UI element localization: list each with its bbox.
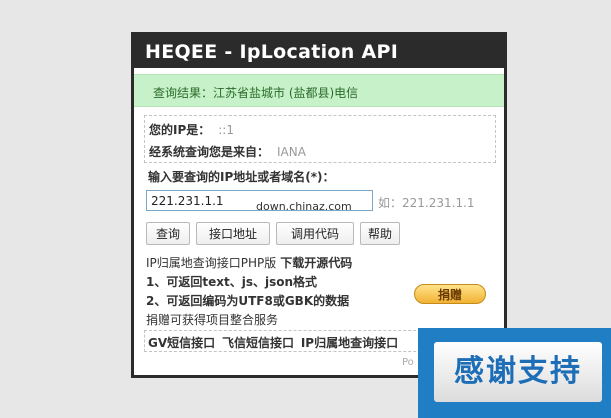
your-ip-row: 您的IP是：::1	[149, 121, 234, 138]
your-ip-label: 您的IP是：	[149, 123, 211, 137]
donate-button[interactable]: 捐赠	[414, 284, 486, 304]
result-bar: 查询结果：江苏省盐城市 (盐都县)电信	[134, 74, 504, 107]
call-code-button[interactable]: 调用代码	[276, 222, 354, 245]
powered-by-text: Po	[402, 357, 414, 368]
app-title: HEQEE - IpLocation API	[145, 41, 399, 63]
api-panel: HEQEE - IpLocation API 查询结果：江苏省盐城市 (盐都县)…	[131, 32, 507, 378]
source-label: 经系统查询您是来自：	[149, 145, 270, 159]
description-line2: 1、可返回text、js、json格式	[146, 275, 318, 289]
thanks-overlay: 感谢支持	[418, 328, 611, 418]
watermark-text: down.chinaz.com	[256, 200, 352, 213]
thanks-text: 感谢支持	[434, 342, 602, 402]
help-button[interactable]: 帮助	[360, 222, 400, 245]
gv-sms-link[interactable]: GV短信接口	[148, 336, 215, 350]
source-value: IANA	[277, 145, 306, 159]
example-hint: 如：221.231.1.1	[378, 196, 475, 210]
description-line3: 2、可返回编码为UTF8或GBK的数据	[146, 294, 350, 308]
fetion-sms-link[interactable]: 飞信短信接口	[222, 336, 294, 350]
your-ip-value: ::1	[218, 123, 234, 137]
description-line1-text: IP归属地查询接口PHP版	[146, 256, 277, 270]
description-line4: 捐赠可获得项目整合服务	[146, 313, 279, 327]
ip-location-link[interactable]: IP归属地查询接口	[301, 336, 398, 350]
client-info-box: 您的IP是：::1 经系统查询您是来自： IANA	[144, 115, 496, 163]
source-row: 经系统查询您是来自： IANA	[149, 143, 306, 160]
query-label: 输入要查询的IP地址或者域名(*)：	[148, 170, 335, 184]
download-source-link[interactable]: 下载开源代码	[280, 256, 352, 270]
query-button[interactable]: 查询	[146, 222, 190, 245]
description-line1: IP归属地查询接口PHP版 下载开源代码	[146, 254, 352, 271]
api-url-button[interactable]: 接口地址	[196, 222, 270, 245]
